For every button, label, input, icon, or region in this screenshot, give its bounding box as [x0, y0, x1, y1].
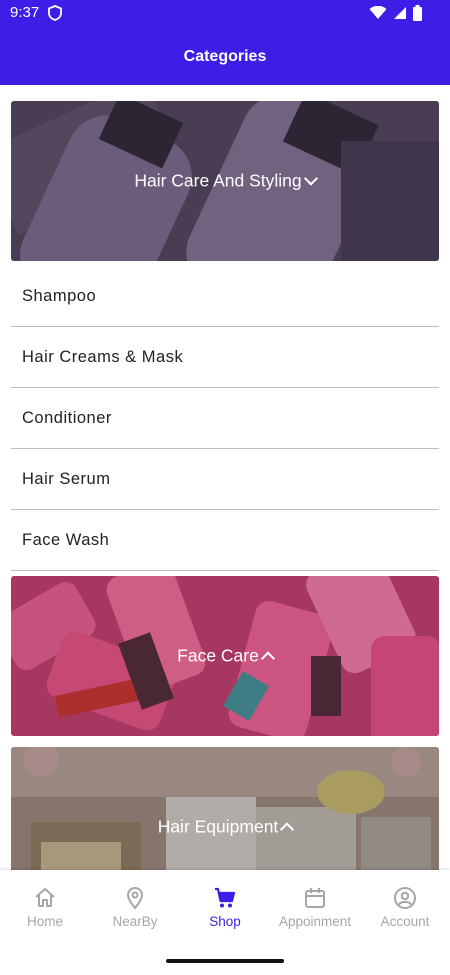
battery-icon: [413, 5, 422, 26]
subcategory-item-face-wash[interactable]: Face Wash: [11, 510, 439, 571]
nav-item-shop[interactable]: Shop: [180, 870, 270, 945]
chevron-down-icon: [303, 171, 318, 186]
subcategory-label: Hair Creams & Mask: [22, 347, 184, 366]
category-banner-hair-equipment[interactable]: Hair Equipment: [11, 747, 439, 870]
status-time: 9:37: [10, 4, 40, 21]
gesture-handle[interactable]: [166, 959, 284, 963]
category-title: Hair Care And Styling: [11, 171, 439, 192]
gesture-bar: [0, 945, 450, 975]
nav-label: Appoinment: [278, 914, 352, 929]
chevron-up-icon: [260, 650, 275, 666]
subcategory-label: Conditioner: [22, 408, 112, 427]
subcategory-label: Shampoo: [22, 286, 97, 305]
category-label: Hair Equipment: [157, 816, 279, 837]
location-pin-icon: [126, 887, 144, 910]
signal-icon: [393, 6, 407, 25]
nav-label: Shop: [209, 914, 241, 929]
subcategory-label: Face Wash: [22, 530, 110, 549]
subcategory-item-shampoo[interactable]: Shampoo: [11, 266, 439, 327]
bottom-navigation: Home NearBy Shop Appoinment Account: [0, 870, 450, 945]
nav-label: Home: [26, 914, 63, 929]
category-banner-face-care[interactable]: Face Care: [11, 576, 439, 736]
category-title: Face Care: [11, 646, 439, 667]
subcategory-item-conditioner[interactable]: Conditioner: [11, 388, 439, 449]
status-bar: 9:37: [0, 0, 450, 28]
account-icon: [394, 887, 416, 909]
wifi-icon: [369, 5, 387, 25]
cart-icon: [215, 887, 236, 908]
category-banner-hair-care[interactable]: Hair Care And Styling: [11, 101, 439, 261]
calendar-icon: [305, 888, 325, 908]
hair-equipment-banner-image: [11, 747, 439, 870]
nav-item-appointment[interactable]: Appoinment: [270, 870, 360, 945]
nav-item-home[interactable]: Home: [0, 870, 90, 945]
nav-label: Account: [380, 914, 430, 929]
subcategory-item-hair-creams[interactable]: Hair Creams & Mask: [11, 327, 439, 388]
category-label: Hair Care And Styling: [134, 170, 302, 191]
page-title: Categories: [183, 47, 267, 65]
nav-item-nearby[interactable]: NearBy: [90, 870, 180, 945]
category-title: Hair Equipment: [11, 817, 439, 838]
shield-icon: [48, 5, 62, 26]
subcategory-label: Hair Serum: [22, 469, 111, 488]
category-label: Face Care: [177, 645, 259, 666]
nav-item-account[interactable]: Account: [360, 870, 450, 945]
nav-label: NearBy: [112, 914, 158, 929]
home-icon: [35, 888, 55, 907]
app-bar: Categories: [0, 28, 450, 85]
subcategory-item-hair-serum[interactable]: Hair Serum: [11, 449, 439, 510]
categories-list[interactable]: Hair Care And Styling Shampoo Hair Cream…: [0, 85, 450, 870]
chevron-up-icon: [280, 821, 295, 837]
